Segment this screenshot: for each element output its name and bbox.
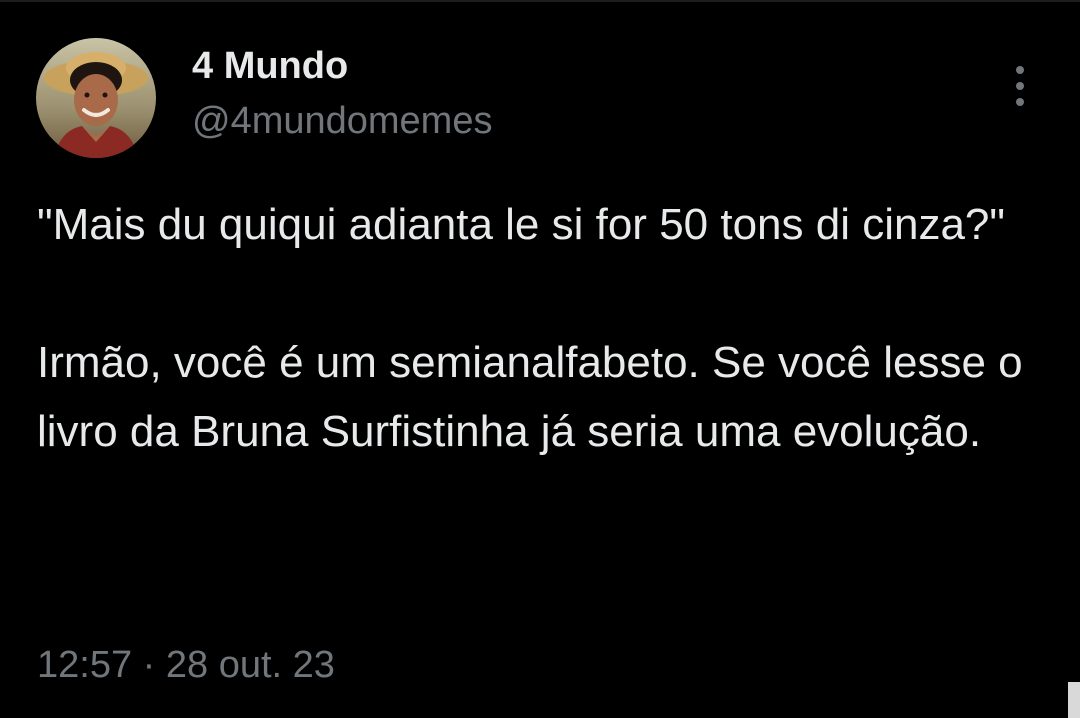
tweet-date: 28 out. 23	[165, 644, 335, 686]
tweet-paragraph: Irmão, você é um semianalfabeto. Se você…	[37, 338, 1023, 456]
avatar[interactable]	[36, 38, 156, 158]
tweet-paragraph: "Mais du quiqui adianta le si for 50 ton…	[37, 200, 1006, 249]
more-vertical-icon-dot	[1016, 82, 1024, 90]
tweet-text: "Mais du quiqui adianta le si for 50 ton…	[37, 190, 1047, 466]
avatar-image	[36, 38, 156, 158]
tweet-time: 12:57	[37, 644, 133, 686]
author-display-name[interactable]: 4 Mundo	[192, 45, 348, 88]
author-handle[interactable]: @4mundomemes	[192, 100, 492, 143]
more-vertical-icon-dot	[1016, 98, 1024, 106]
tweet-timestamp[interactable]: 12:57 · 28 out. 23	[37, 644, 335, 687]
scrollbar-thumb[interactable]	[1068, 682, 1080, 718]
more-vertical-icon	[1016, 66, 1024, 74]
more-options-button[interactable]	[1004, 64, 1036, 108]
meta-separator: ·	[142, 644, 156, 686]
top-divider	[0, 0, 1080, 2]
